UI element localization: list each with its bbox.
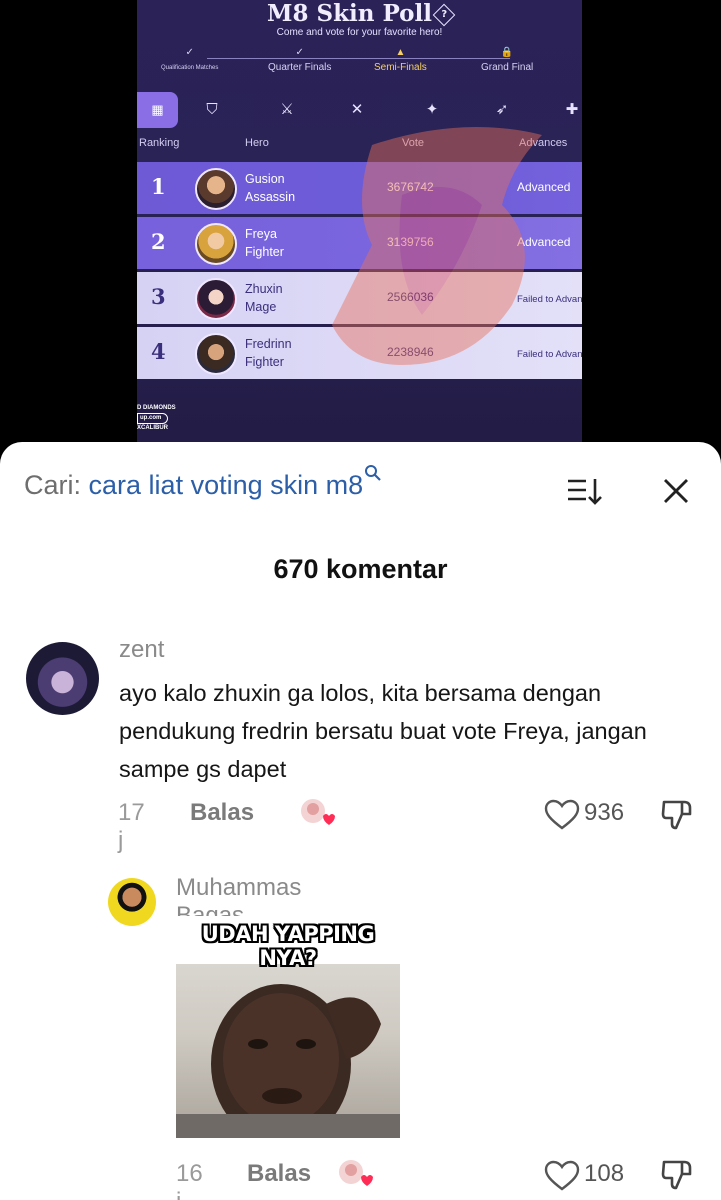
sticker-image[interactable]: UDAH YAPPING NYA? — [176, 916, 400, 1138]
hero-portrait — [195, 223, 237, 265]
comment-time: 17 j — [118, 799, 145, 854]
hero-portrait — [195, 333, 237, 375]
like-count: 108 — [584, 1160, 625, 1187]
search-icon — [365, 465, 381, 481]
table-row: 4 Fredrinn Fighter 2238946 Failed to Adva… — [137, 327, 582, 379]
reaction-avatars-icon — [301, 799, 335, 825]
heart-icon[interactable] — [544, 1160, 580, 1192]
comment-time: 16 j — [176, 1160, 203, 1200]
hero-portrait — [195, 278, 237, 320]
reaction-avatars-icon — [339, 1160, 373, 1186]
comment-username[interactable]: zent — [119, 636, 164, 664]
help-icon: ? — [432, 3, 456, 27]
current-stage-icon: ▲ — [395, 47, 406, 58]
like-count: 936 — [584, 799, 625, 826]
skin-poll-screen: M8 Skin Poll? Come and vote for your fav… — [137, 0, 582, 442]
comments-sheet: Cari: cara liat voting skin m8 670 komen… — [0, 442, 721, 1200]
table-row: 3 Zhuxin Mage 2566036 Failed to Advanc — [137, 272, 582, 324]
stage-quarter-finals: ✓ Quarter Finals — [268, 47, 332, 73]
avatar[interactable] — [108, 878, 156, 926]
check-icon: ✓ — [185, 47, 194, 58]
table-row: 2 Freya Fighter 3139756 Advanced — [137, 217, 582, 269]
close-icon[interactable] — [661, 476, 691, 506]
man-face-image — [176, 984, 400, 1138]
reply-button[interactable]: Balas — [247, 1160, 311, 1188]
marksman-icon: ➶ — [495, 101, 509, 118]
sort-icon[interactable] — [566, 476, 602, 506]
table-row: 1 Gusion Assassin 3676742 Advanced — [137, 162, 582, 214]
dislike-icon[interactable] — [660, 1158, 694, 1192]
stage-line — [207, 58, 510, 59]
sponsor-footer: D DIAMONDS up.com XCALIBUR — [137, 405, 176, 431]
hero-portrait — [195, 168, 237, 210]
related-search-link[interactable]: Cari: cara liat voting skin m8 — [24, 465, 381, 501]
stage-tracker: ✓ Qualification Matches ✓ Quarter Finals… — [151, 46, 568, 80]
reply-button[interactable]: Balas — [190, 799, 254, 827]
table-header: Ranking Hero Vote Advances — [139, 137, 568, 149]
stage-qualification: ✓ Qualification Matches — [161, 47, 219, 71]
stage-grand-final: 🔒 Grand Final — [481, 47, 534, 73]
support-icon: ✚ — [565, 101, 579, 118]
check-icon: ✓ — [295, 47, 304, 58]
stage-semi-finals: ▲ Semi-Finals — [374, 47, 427, 73]
sticker-photo — [176, 964, 400, 1138]
avatar[interactable] — [26, 642, 99, 715]
comment-count: 670 komentar — [273, 554, 448, 584]
heart-icon[interactable] — [544, 799, 580, 831]
assassin-icon: ✕ — [350, 101, 364, 118]
comment-text: ayo kalo zhuxin ga lolos, kita bersama d… — [119, 680, 647, 782]
role-tabs: ▦ ⛉ ⚔ ✕ ✦ ➶ ✚ — [137, 92, 582, 128]
lock-icon: 🔒 — [500, 47, 514, 58]
video-player[interactable]: M8 Skin Poll? Come and vote for your fav… — [0, 0, 721, 460]
poll-title: M8 Skin Poll? — [137, 0, 582, 27]
dislike-icon[interactable] — [660, 798, 694, 832]
all-roles-icon: ▦ — [137, 92, 178, 128]
tank-icon: ⛉ — [206, 101, 218, 118]
sticker-caption: UDAH YAPPING NYA? — [201, 922, 375, 970]
fighter-icon: ⚔ — [280, 101, 294, 118]
mage-icon: ✦ — [425, 101, 439, 118]
poll-subtitle: Come and vote for your favorite hero! — [276, 27, 443, 38]
